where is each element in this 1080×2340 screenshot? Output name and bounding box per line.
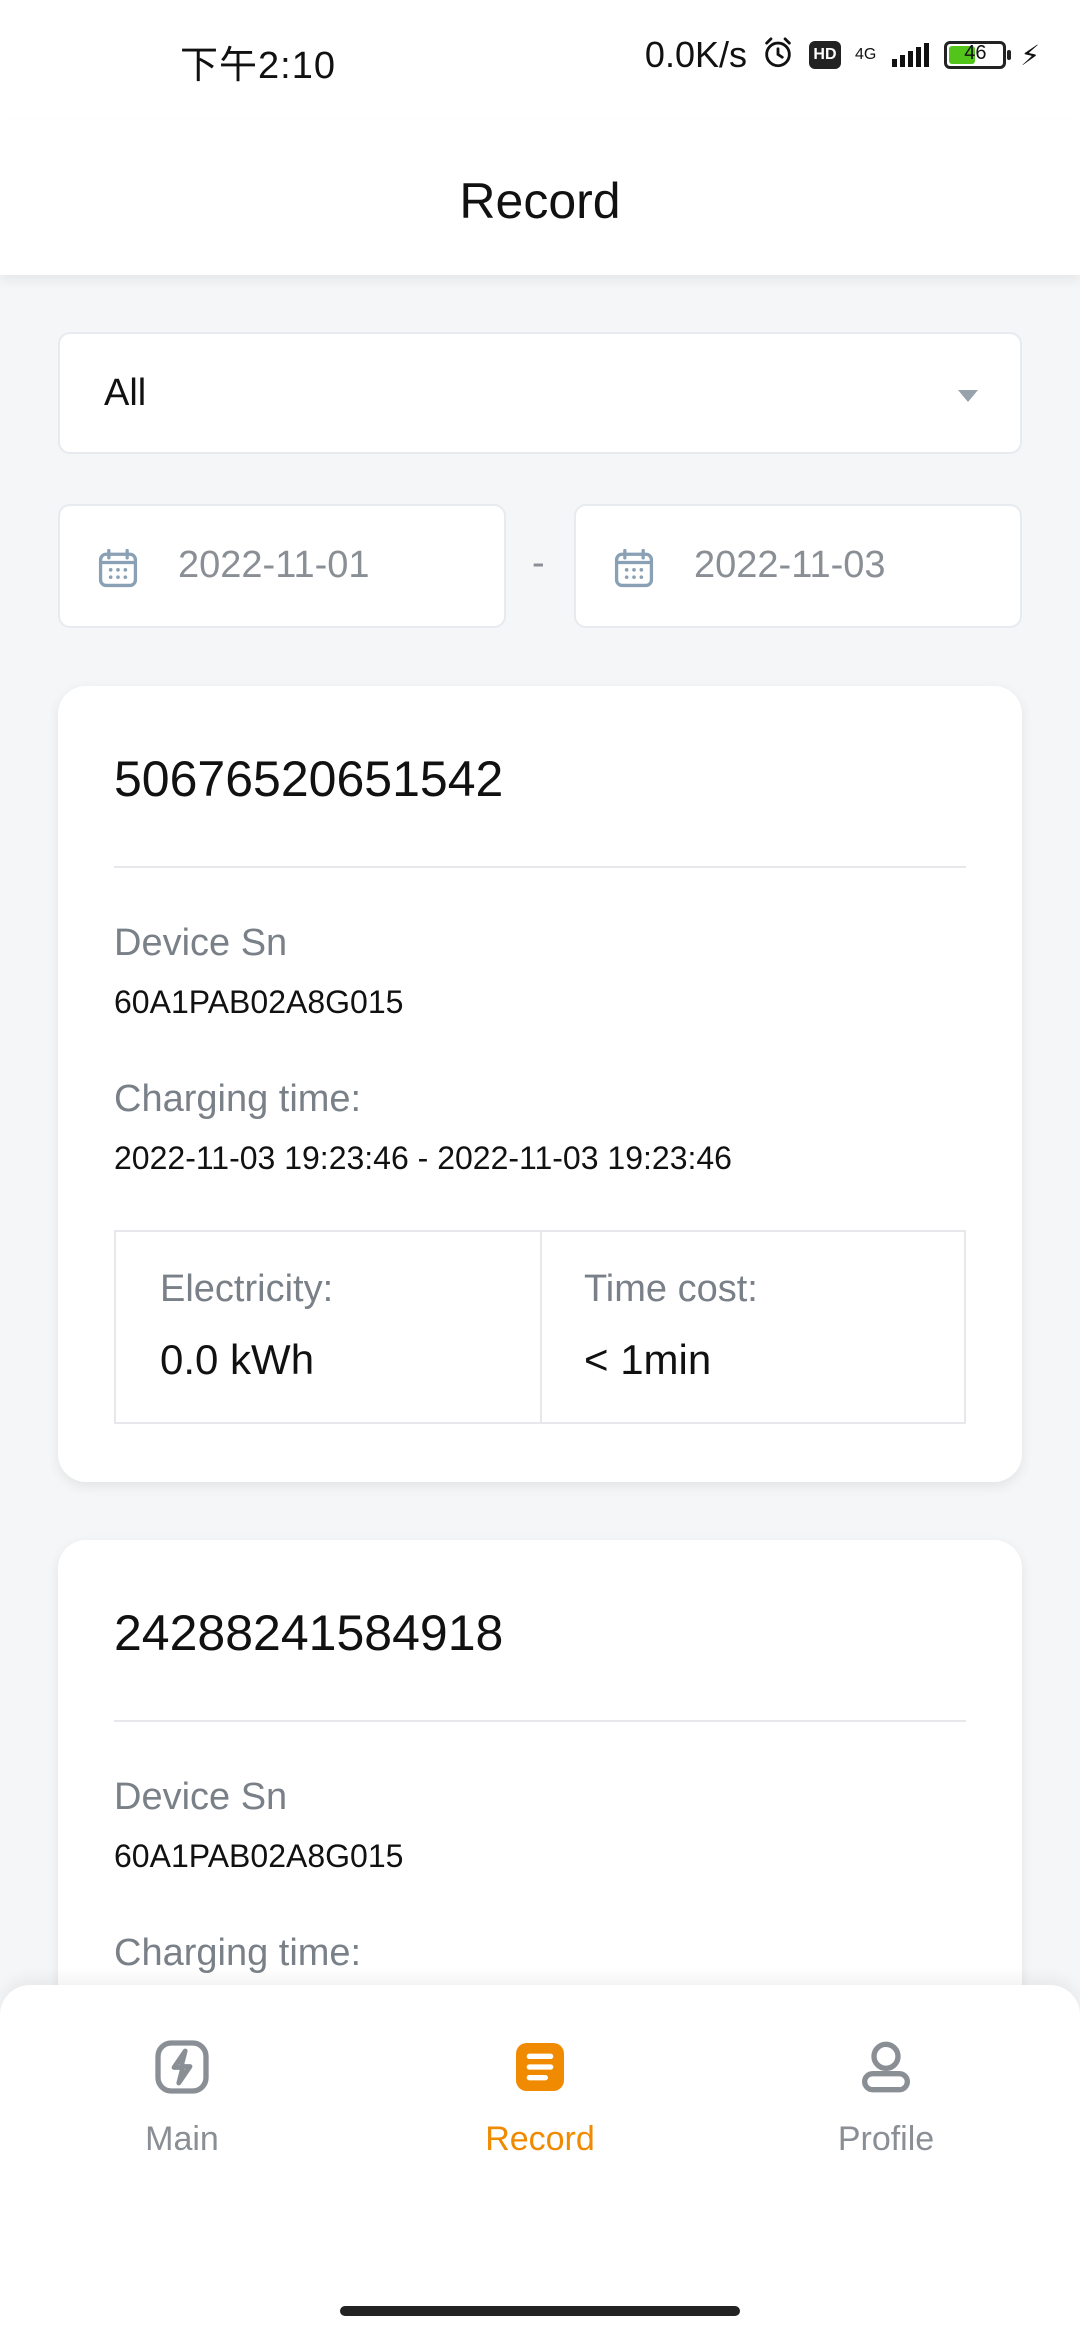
nav-main-label: Main xyxy=(145,2120,219,2158)
time-cost-label: Time cost: xyxy=(584,1268,758,1310)
bottom-navigation: Main Record Profile xyxy=(0,1985,1080,2340)
battery-level: 46 xyxy=(964,42,987,64)
status-bar: 下午2:10 0.0K/s HD 4G 46 ⚡ xyxy=(0,0,1080,120)
device-sn-label: Device Sn xyxy=(114,922,288,964)
status-filter-select[interactable]: All xyxy=(58,332,1022,454)
time-cost-value: < 1min xyxy=(584,1336,712,1383)
electricity-label: Electricity: xyxy=(160,1268,334,1310)
record-id: 50676520651542 xyxy=(114,751,504,807)
start-date-input[interactable]: 2022-11-01 xyxy=(58,504,506,628)
home-indicator xyxy=(340,2306,740,2316)
calendar-icon xyxy=(98,548,138,588)
alarm-icon xyxy=(761,36,795,75)
nav-main[interactable]: Main xyxy=(72,2035,292,2195)
electricity-cell: Electricity: 0.0 kWh xyxy=(116,1232,542,1422)
nav-record-label: Record xyxy=(485,2120,595,2158)
status-time: 下午2:10 xyxy=(180,45,336,87)
card-divider xyxy=(114,1720,966,1722)
start-date-text: 2022-11-01 xyxy=(178,544,370,586)
network-type: 4G xyxy=(854,46,877,63)
app-header: Record xyxy=(0,120,1080,275)
end-date-text: 2022-11-03 xyxy=(694,544,886,586)
filter-value: All xyxy=(104,372,147,414)
nav-record[interactable]: Record xyxy=(430,2035,650,2195)
charging-bolt-icon: ⚡ xyxy=(1020,39,1040,71)
end-date-input[interactable]: 2022-11-03 xyxy=(574,504,1022,628)
device-sn-label: Device Sn xyxy=(114,1776,288,1818)
user-icon xyxy=(862,2041,910,2093)
device-sn-value: 60A1PAB02A8G015 xyxy=(114,1838,404,1874)
device-sn-value: 60A1PAB02A8G015 xyxy=(114,984,404,1020)
calendar-icon xyxy=(614,548,654,588)
record-id: 24288241584918 xyxy=(114,1605,504,1661)
time-cost-cell: Time cost: < 1min xyxy=(540,1232,964,1422)
record-card[interactable]: 24288241584918 Device Sn 60A1PAB02A8G015… xyxy=(58,1540,1022,2060)
signal-icon xyxy=(890,39,930,72)
charging-time-label: Charging time: xyxy=(114,1932,362,1974)
status-right: 0.0K/s HD 4G 46 ⚡ xyxy=(645,30,1040,80)
page-title: Record xyxy=(459,173,621,229)
nav-profile[interactable]: Profile xyxy=(776,2035,996,2195)
record-card[interactable]: 50676520651542 Device Sn 60A1PAB02A8G015… xyxy=(58,686,1022,1482)
card-divider xyxy=(114,866,966,868)
record-list-icon xyxy=(516,2043,564,2091)
lightning-square-icon xyxy=(155,2040,209,2094)
hd-icon: HD xyxy=(808,41,841,69)
charging-time-value: 2022-11-03 19:23:46 - 2022-11-03 19:23:4… xyxy=(114,1140,732,1176)
caret-down-icon xyxy=(958,390,978,402)
electricity-value: 0.0 kWh xyxy=(160,1336,315,1383)
battery-icon: 46 xyxy=(944,41,1012,69)
date-range-separator: - xyxy=(532,542,545,584)
network-speed: 0.0K/s xyxy=(644,34,747,75)
nav-profile-label: Profile xyxy=(837,2120,935,2158)
record-stats: Electricity: 0.0 kWh Time cost: < 1min xyxy=(114,1230,966,1424)
charging-time-label: Charging time: xyxy=(114,1078,362,1120)
